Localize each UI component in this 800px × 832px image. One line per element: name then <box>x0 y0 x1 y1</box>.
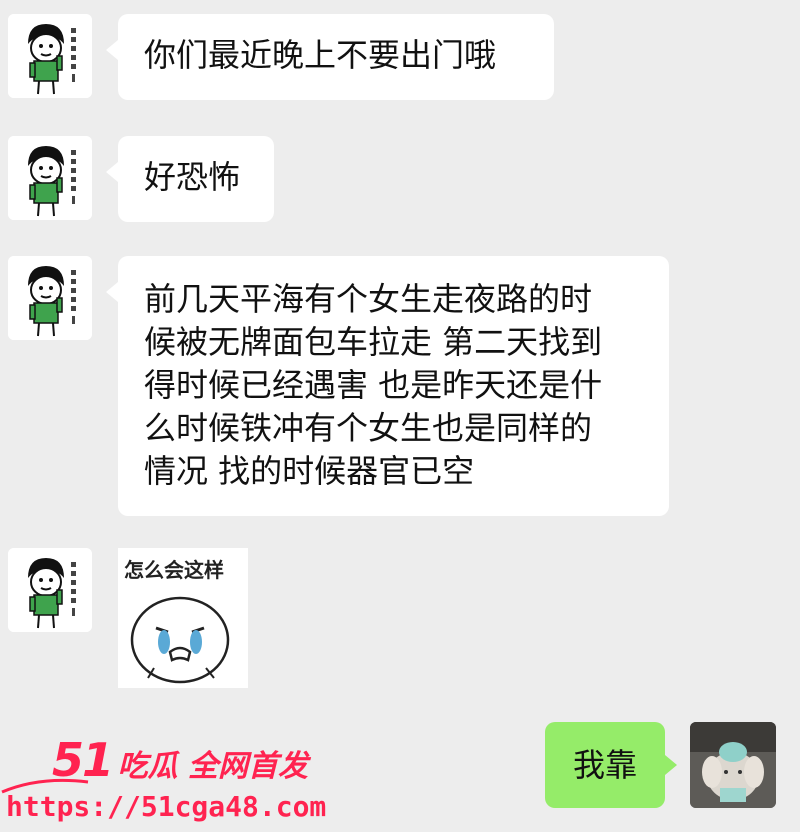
message-line: 情况 找的时候器官已空 <box>144 452 475 490</box>
contact-avatar[interactable] <box>8 14 92 98</box>
message-line: 得时候已经遇害 也是昨天还是什 <box>144 366 603 404</box>
contact-avatar[interactable] <box>8 256 92 340</box>
my-message-bubble[interactable]: 我靠 <box>545 722 677 808</box>
message-line: 候被无牌面包车拉走 第二天找到 <box>144 323 603 361</box>
watermark-logo-number: 51 <box>52 733 114 787</box>
message-bubble[interactable]: 你们最近晚上不要出门哦 <box>106 14 554 100</box>
message-bubble[interactable]: 好恐怖 <box>106 136 274 222</box>
contact-avatar[interactable] <box>8 136 92 220</box>
crying-face-icon <box>130 596 230 684</box>
message-line: 前几天平海有个女生走夜路的时 <box>144 280 593 318</box>
watermark-logo: 51 吃瓜 全网首发 <box>52 733 308 787</box>
message-line: 么时候铁冲有个女生也是同样的 <box>144 409 593 447</box>
contact-avatar[interactable] <box>8 548 92 632</box>
watermark-logo-text: 吃瓜 全网首发 <box>117 749 309 784</box>
sticker-message[interactable]: 怎么会这样 <box>118 548 248 688</box>
my-avatar[interactable] <box>690 722 776 808</box>
message-bubble[interactable]: 前几天平海有个女生走夜路的时 候被无牌面包车拉走 第二天找到 得时候已经遇害 也… <box>106 256 669 516</box>
watermark-url: https://51cga48.com <box>6 790 327 823</box>
